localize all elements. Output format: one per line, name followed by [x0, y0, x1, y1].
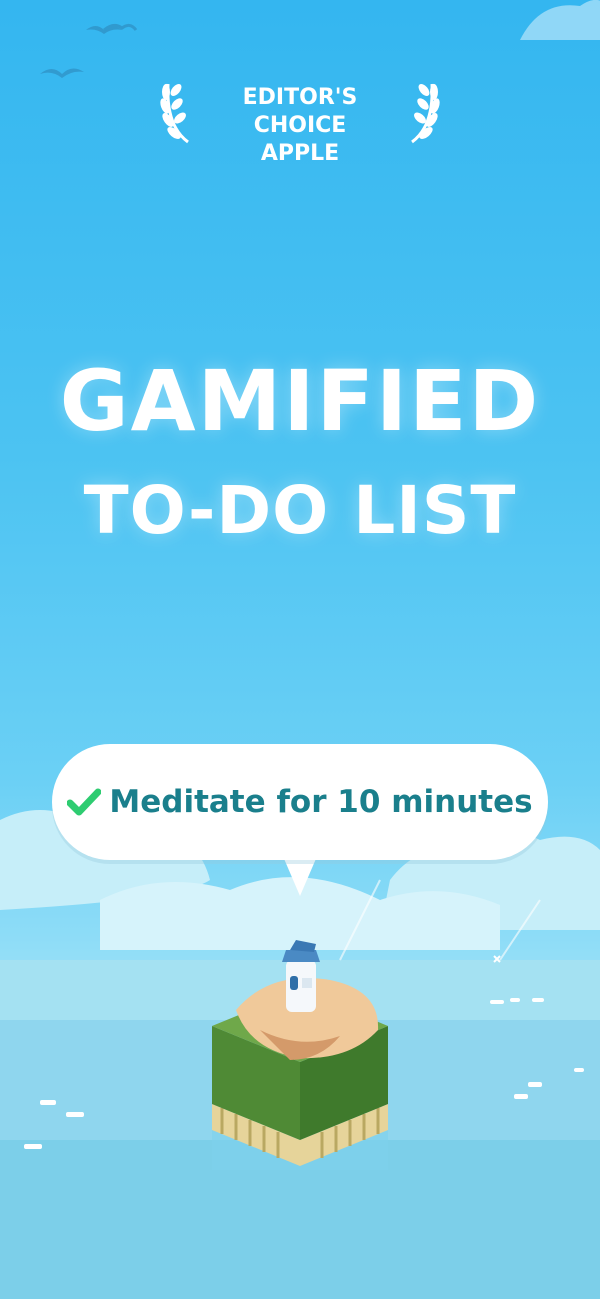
headline-line-1: GAMIFIED: [59, 352, 541, 450]
checkmark-icon: [67, 788, 102, 816]
bird-icon: [40, 68, 84, 78]
task-speech-bubble: Meditate for 10 minutes: [52, 744, 548, 860]
badge-label: EDITOR'S CHOICE APPLE: [200, 84, 400, 168]
bird-icon: [86, 23, 138, 34]
laurel-icon: [411, 83, 440, 144]
speech-bubble-tail: [282, 854, 318, 896]
background-illustration: [0, 0, 600, 1299]
badge-line-1: EDITOR'S CHOICE: [242, 85, 358, 138]
editors-choice-badge: EDITOR'S CHOICE APPLE: [160, 76, 440, 166]
cloud-top-right: [520, 0, 600, 40]
laurel-icon: [160, 83, 189, 144]
task-label: Meditate for 10 minutes: [109, 784, 533, 820]
task-item: Meditate for 10 minutes: [52, 744, 548, 860]
headline-line-2: TO-DO LIST: [83, 472, 517, 549]
app-store-screenshot: EDITOR'S CHOICE APPLE GAMIFIED TO-DO LIS…: [0, 0, 600, 1299]
badge-line-2: APPLE: [260, 141, 340, 166]
